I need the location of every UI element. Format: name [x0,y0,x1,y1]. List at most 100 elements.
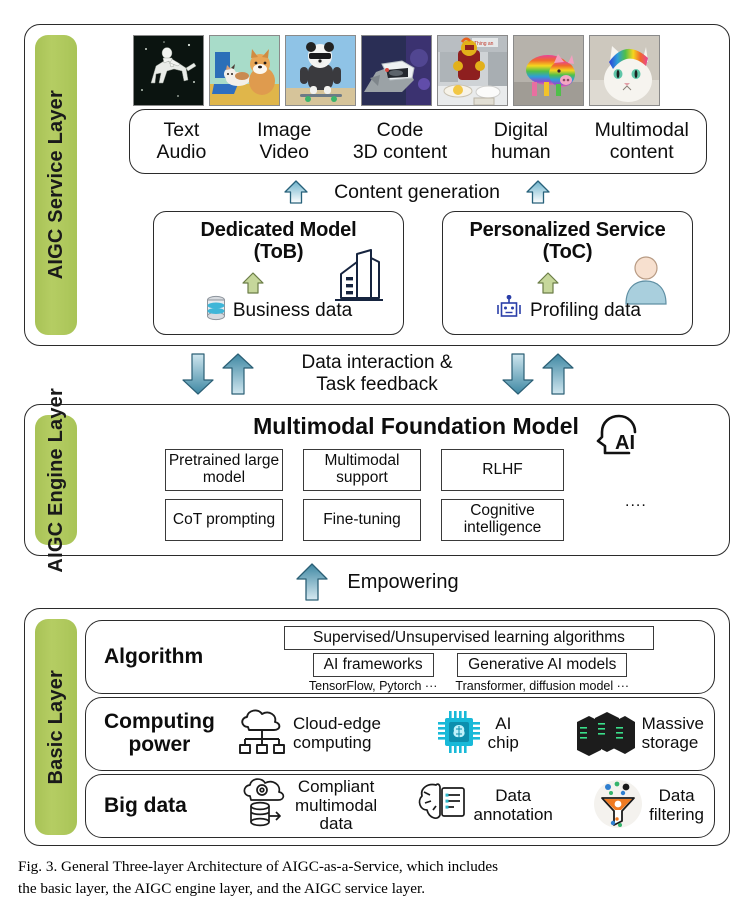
caption-line2: the basic layer, the AIGC engine layer, … [18,879,426,897]
thumbnail-rainbow-hair-cat [589,35,660,106]
engine-layer-label: AIGC Engine Layer [35,388,77,572]
ai-chip-icon [435,708,483,761]
modality-top-4: Multimodal [594,118,689,141]
massive-storage-label: Massive storage [641,714,704,752]
data-interaction-line1: Data interaction & [301,352,453,373]
ai-chip-line2: chip [487,733,519,752]
empowering-label: Empowering [347,570,459,593]
svg-text:AI: AI [615,432,635,454]
service-box-pair: Dedicated Model (ToB) Business data Pers… [153,211,693,335]
computing-power-row-label: Computing power [104,698,215,770]
big-data-row: Big data Compliant multimodal data Data … [85,774,715,838]
cloud-edge-line2: computing [293,733,372,752]
dedicated-model-sub: Business data [154,295,403,327]
chip-rlhf[interactable]: RLHF [441,449,564,491]
content-generation-arrow-left [282,178,310,206]
aigc-engine-layer: AIGC Engine Layer Multimodal Foundation … [24,388,730,572]
compliant-line2: multimodal [295,795,378,815]
modalities-box: Text Audio Image Video Code 3D content D… [129,109,707,174]
modality-multimodal-content: Multimodal content [577,118,706,164]
algorithm-row-label: Algorithm [104,644,204,668]
personalized-service-sub: Profiling data [443,294,692,327]
chip-cognitive-intelligence[interactable]: Cognitive intelligence [441,499,564,541]
data-interaction-line2: Task feedback [316,374,438,396]
massive-storage-line2: storage [641,733,699,752]
modality-top-1: Image [257,118,312,141]
basic-layer: Basic Layer Algorithm Supervised/Unsuper… [24,608,730,846]
funnel-icon [592,778,644,835]
data-interaction-band: Data interaction & Task feedback [24,350,730,400]
algorithm-cell-generative-models: Generative AI models Transformer, diffus… [455,653,629,693]
empowering-arrow [295,562,329,602]
cloud-edge-label: Cloud-edge computing [293,714,381,752]
data-filtering-label: Data filtering [649,786,704,824]
compliant-multimodal-data-label: Compliant multimodal data [295,776,378,834]
computing-power-items: Cloud-edge computing AI chip Massive sto… [236,698,704,770]
modality-top-3: Digital [493,118,548,141]
brain-document-icon [416,779,468,834]
engine-chips-ellipsis: .... [625,493,647,510]
modality-top-2: Code [376,118,424,141]
modality-top-0: Text [163,118,200,141]
modality-text-audio: Text Audio [130,118,233,164]
basic-layer-label: Basic Layer [35,619,77,835]
data-filtering-line2: filtering [649,805,704,824]
item-data-annotation: Data annotation [416,779,553,834]
thumbnail-astronaut-riding-horse [133,35,204,106]
cloud-edge-icon [236,707,288,762]
thumbnail-robot-cooking: Thing an [437,35,508,106]
modality-code-3dcontent: Code 3D content [336,118,465,164]
item-ai-chip: AI chip [435,708,519,761]
database-icon [205,295,227,327]
mid-arrow-pair-right [492,352,584,401]
basic-layer-label-text: Basic Layer [44,669,67,785]
cloud-edge-line1: Cloud-edge [293,714,381,734]
data-annotation-label: Data annotation [473,786,553,824]
generative-ai-models-box[interactable]: Generative AI models [457,653,628,677]
thumbnail-strip: Thing an [133,35,660,106]
data-annotation-line1: Data [495,786,532,806]
computing-power-label-line1: Computing [104,710,215,734]
item-cloud-edge-computing: Cloud-edge computing [236,707,381,762]
personalized-service-title-line1: Personalized Service [469,219,666,241]
figure-caption: Fig. 3. General Three-layer Architecture… [18,856,736,899]
content-generation-arrow-right [524,178,552,206]
caption-line1: Fig. 3. General Three-layer Architecture… [18,858,499,875]
engine-capability-chips: Pretrained large model Multimodal suppor… [165,449,564,541]
svg-text:Thing an: Thing an [474,41,494,47]
figure-root: AIGC Service Layer Thing an Text Audio I… [0,0,754,917]
ai-chip-line1: AI [495,714,512,734]
thumbnail-dog-in-helmet [361,35,432,106]
chip-multimodal-support[interactable]: Multimodal support [303,449,421,491]
thumbnail-cat-and-corgi-painting [209,35,280,106]
dedicated-model-box[interactable]: Dedicated Model (ToB) Business data [153,211,404,335]
algorithm-top-box[interactable]: Supervised/Unsupervised learning algorit… [284,626,654,650]
data-annotation-line2: annotation [473,805,553,824]
computing-power-row: Computing power Cloud-edge computing AI … [85,697,715,771]
chip-cot-prompting[interactable]: CoT prompting [165,499,283,541]
chip-pretrained-large-model[interactable]: Pretrained large model [165,449,283,491]
algorithm-cells: AI frameworks TensorFlow, Pytorch ··· Ge… [236,653,702,693]
data-filtering-line1: Data [658,786,695,806]
service-layer-label: AIGC Service Layer [35,35,77,335]
chip-fine-tuning[interactable]: Fine-tuning [303,499,421,541]
content-generation-label: Content generation [334,180,500,203]
modality-digital-human: Digital human [464,118,577,164]
modality-bottom-1: Video [259,140,310,163]
item-compliant-multimodal-data: Compliant multimodal data [236,776,377,837]
service-layer-label-text: AIGC Service Layer [44,90,67,280]
ai-chip-label: AI chip [487,714,519,752]
modality-image-video: Image Video [233,118,336,164]
personalized-service-box[interactable]: Personalized Service (ToC) Profiling dat… [442,211,693,335]
algorithm-content: Supervised/Unsupervised learning algorit… [236,626,702,693]
empowering-row: Empowering [24,560,730,604]
data-interaction-text: Data interaction & Task feedback [24,352,730,397]
thumbnail-rainbow-pig [513,35,584,106]
dedicated-model-title-line1: Dedicated Model [200,219,357,241]
ai-frameworks-box[interactable]: AI frameworks [312,653,434,677]
aigc-service-layer: AIGC Service Layer Thing an Text Audio I… [24,24,730,346]
server-rack-icon [573,708,637,761]
compliant-line1: Compliant [297,776,375,796]
ai-frameworks-caption: TensorFlow, Pytorch ··· [308,679,438,693]
ai-head-icon: AI [591,413,647,470]
